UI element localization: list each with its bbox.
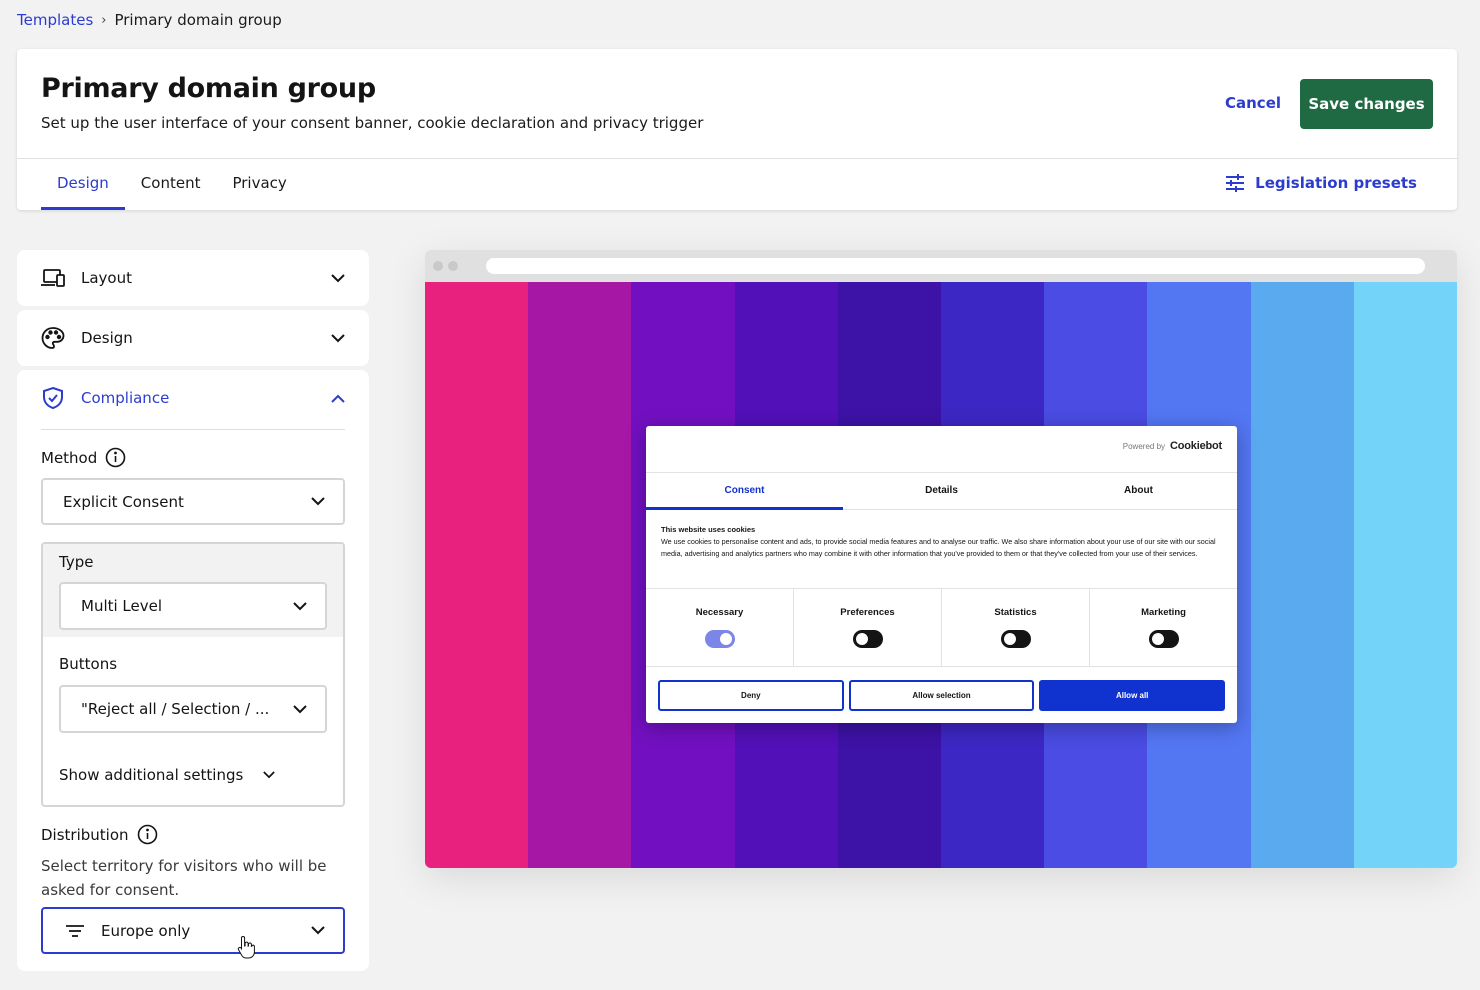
filter-icon: [66, 924, 84, 937]
tab-design[interactable]: Design: [41, 159, 125, 210]
distribution-select[interactable]: Europe only: [41, 907, 345, 954]
sliders-icon: [1226, 174, 1245, 192]
category-necessary: Necessary: [646, 589, 794, 666]
method-label-group: Method: [41, 447, 126, 468]
page-subtitle: Set up the user interface of your consen…: [41, 114, 704, 132]
category-name: Marketing: [1141, 607, 1186, 618]
chevron-down-icon: [293, 601, 307, 610]
consent-categories: Necessary Preferences Statistics Marketi…: [646, 589, 1237, 667]
category-name: Preferences: [840, 607, 895, 618]
layout-accordion: Layout: [17, 250, 369, 306]
chevron-down-icon: [263, 771, 276, 779]
compliance-accordion: Compliance Method Explicit Consent Type …: [17, 370, 369, 971]
banner-body: This website uses cookies We use cookies…: [646, 510, 1237, 589]
devices-icon: [41, 269, 65, 287]
layout-label: Layout: [81, 269, 132, 287]
hand-cursor-icon: [237, 935, 255, 959]
header-card: Primary domain group Set up the user int…: [17, 49, 1457, 210]
method-select-value: Explicit Consent: [63, 492, 184, 511]
statistics-toggle[interactable]: [1000, 630, 1031, 648]
page-title: Primary domain group: [41, 73, 376, 104]
banner-header: Powered by Cookiebot: [646, 426, 1237, 473]
marketing-toggle[interactable]: [1148, 630, 1179, 648]
info-icon[interactable]: [105, 447, 126, 468]
type-select-value: Multi Level: [81, 597, 163, 615]
distribution-help-text: Select territory for visitors who will b…: [41, 857, 327, 899]
powered-by: Powered by Cookiebot: [1123, 440, 1222, 452]
category-marketing: Marketing: [1090, 589, 1237, 666]
legislation-presets-label: Legislation presets: [1255, 174, 1417, 192]
design-accordion-header[interactable]: Design: [17, 310, 369, 366]
show-additional-settings-toggle[interactable]: Show additional settings: [59, 766, 276, 784]
browser-address-bar: [486, 258, 1425, 274]
design-label: Design: [81, 329, 133, 347]
compliance-accordion-header[interactable]: Compliance: [17, 370, 369, 426]
background-stripe: [425, 282, 529, 868]
background-stripe: [1353, 282, 1457, 868]
show-additional-settings-label: Show additional settings: [59, 766, 244, 784]
banner-heading: This website uses cookies: [661, 525, 756, 534]
banner-buttons: Deny Allow selection Allow all: [646, 667, 1237, 711]
background-stripe: [528, 282, 632, 868]
type-label: Type: [59, 553, 94, 571]
buttons-label: Buttons: [59, 655, 118, 673]
breadcrumb: Templates › Primary domain group: [17, 11, 282, 29]
chevron-down-icon: [331, 333, 345, 342]
breadcrumb-templates-link[interactable]: Templates: [17, 11, 93, 29]
breadcrumb-current: Primary domain group: [114, 11, 282, 29]
layout-accordion-header[interactable]: Layout: [17, 250, 369, 306]
necessary-toggle[interactable]: [704, 630, 735, 648]
background-stripe: [1250, 282, 1354, 868]
buttons-select[interactable]: "Reject all / Selection / ...: [59, 685, 327, 733]
chevron-down-icon: [311, 926, 325, 935]
banner-tab-details[interactable]: Details: [843, 473, 1040, 509]
category-preferences: Preferences: [794, 589, 942, 666]
banner-text: We use cookies to personalise content an…: [661, 537, 1216, 558]
distribution-label: Distribution: [41, 825, 129, 844]
main-tabs: Design Content Privacy: [41, 159, 303, 210]
legislation-presets-button[interactable]: Legislation presets: [1225, 174, 1417, 192]
cookie-banner: Powered by Cookiebot Consent Details Abo…: [646, 426, 1237, 723]
allow-all-button[interactable]: Allow all: [1039, 680, 1226, 711]
banner-preview-browser: Powered by Cookiebot Consent Details Abo…: [425, 250, 1457, 868]
type-select[interactable]: Multi Level: [59, 582, 327, 630]
method-label: Method: [41, 448, 98, 467]
cookiebot-logo[interactable]: Cookiebot: [1170, 440, 1222, 452]
banner-tab-about[interactable]: About: [1040, 473, 1237, 509]
browser-dot: [448, 261, 458, 271]
compliance-divider: [41, 429, 345, 430]
palette-icon: [41, 327, 65, 349]
chevron-down-icon: [293, 704, 307, 713]
compliance-label: Compliance: [81, 389, 170, 407]
breadcrumb-separator: ›: [101, 12, 107, 28]
deny-button[interactable]: Deny: [658, 680, 844, 711]
category-name: Statistics: [994, 607, 1037, 618]
category-statistics: Statistics: [942, 589, 1090, 666]
category-name: Necessary: [695, 607, 744, 618]
chevron-down-icon: [311, 497, 325, 506]
chevron-down-icon: [331, 273, 345, 282]
allow-selection-button[interactable]: Allow selection: [848, 680, 1035, 711]
preferences-toggle[interactable]: [852, 630, 883, 648]
banner-tab-consent[interactable]: Consent: [646, 473, 843, 510]
tab-privacy[interactable]: Privacy: [216, 159, 302, 210]
tab-content[interactable]: Content: [125, 159, 217, 210]
distribution-select-value: Europe only: [101, 921, 191, 940]
info-icon[interactable]: [137, 824, 158, 845]
browser-toolbar: [425, 250, 1457, 282]
method-select[interactable]: Explicit Consent: [41, 478, 345, 525]
cancel-button[interactable]: Cancel: [1215, 87, 1291, 119]
shield-check-icon: [43, 386, 63, 410]
chevron-up-icon: [331, 394, 345, 403]
browser-dot: [433, 261, 443, 271]
buttons-select-value: "Reject all / Selection / ...: [81, 700, 270, 718]
banner-tabs: Consent Details About: [646, 473, 1237, 510]
distribution-label-group: Distribution: [41, 824, 158, 845]
design-accordion: Design: [17, 310, 369, 366]
powered-by-text: Powered by: [1122, 441, 1166, 451]
save-changes-button[interactable]: Save changes: [1300, 79, 1433, 129]
